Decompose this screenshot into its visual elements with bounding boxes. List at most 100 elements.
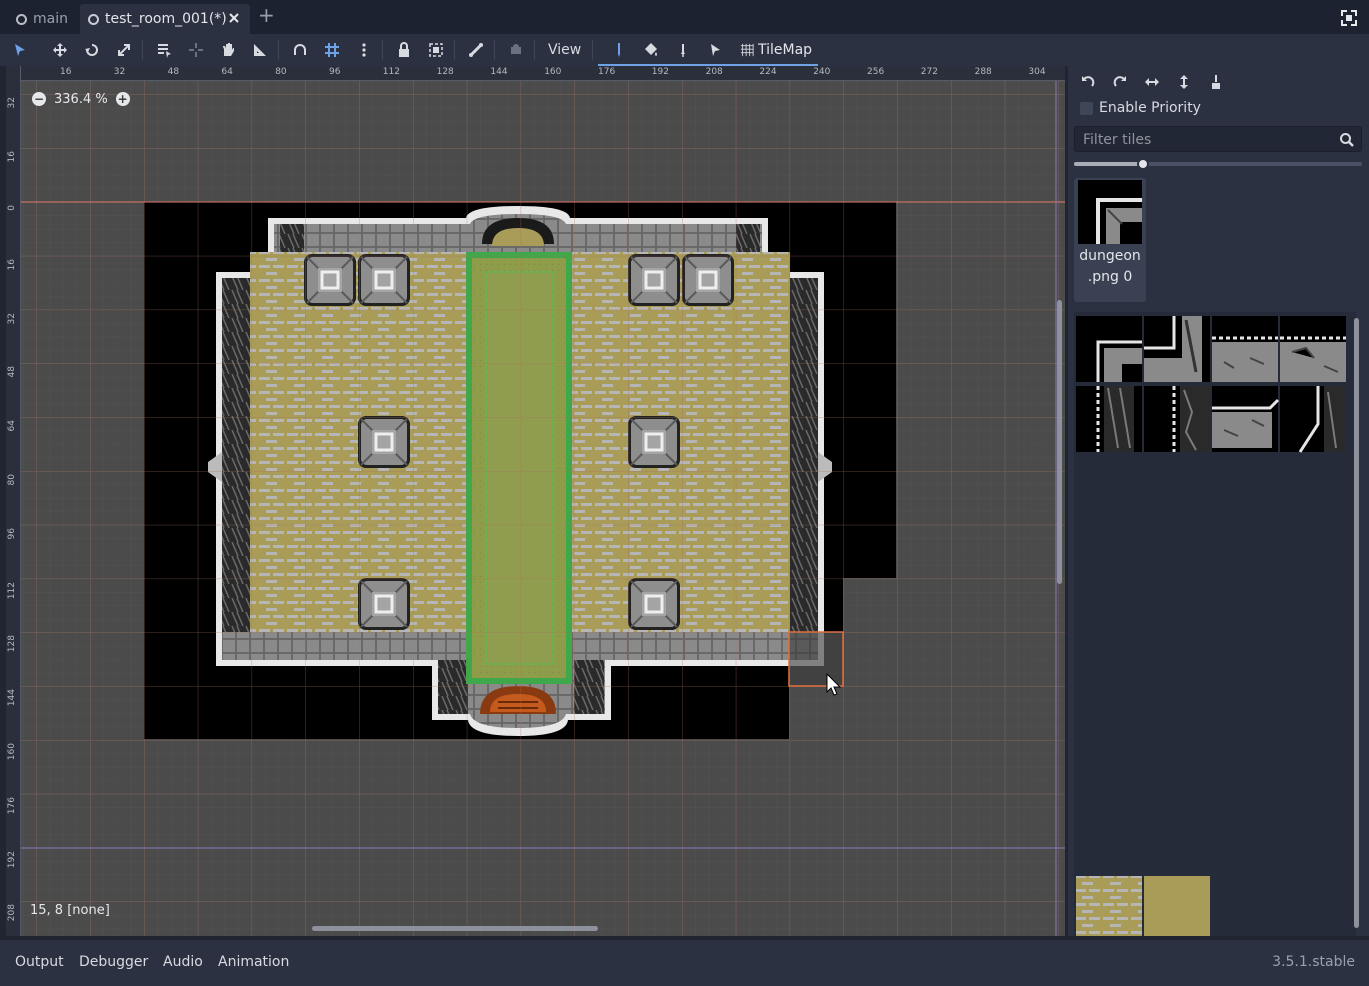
tile-select-button[interactable] bbox=[703, 38, 727, 62]
ruler-tool-button[interactable] bbox=[248, 38, 272, 62]
ruler-tick-label: 112 bbox=[7, 581, 17, 599]
tile-wall-right-a[interactable] bbox=[1280, 386, 1346, 453]
tileset-item[interactable]: dungeon .png 0 bbox=[1074, 178, 1146, 302]
flip-horizontal-button[interactable] bbox=[1140, 70, 1164, 94]
tile-coordinates-status: 15, 8 [none] bbox=[30, 903, 110, 918]
tile-wall-left-b[interactable] bbox=[1144, 386, 1210, 452]
output-tab[interactable]: Output bbox=[15, 954, 64, 970]
tab-test-room[interactable]: test_room_001(*) bbox=[80, 4, 250, 34]
tilemap-menu[interactable]: TileMap bbox=[740, 38, 812, 62]
ruler-tick-label: 176 bbox=[7, 796, 17, 814]
ruler-tick-label: 160 bbox=[7, 743, 17, 761]
tab-main[interactable]: main bbox=[8, 4, 76, 34]
move-tool-button[interactable] bbox=[48, 38, 72, 62]
scale-icon bbox=[118, 44, 130, 56]
group-button[interactable] bbox=[424, 38, 448, 62]
ruler-tick-label: 304 bbox=[1028, 67, 1046, 77]
rotate-right-button[interactable] bbox=[1108, 70, 1132, 94]
slider-grabber[interactable] bbox=[1137, 158, 1150, 170]
ruler-tick-label: 64 bbox=[221, 67, 233, 77]
scene-tab-bar: main test_room_001(*) + bbox=[0, 0, 1369, 34]
ruler-tick-label: 192 bbox=[651, 67, 669, 77]
canvas-toolbar: View TileMap bbox=[0, 34, 1369, 66]
separator bbox=[278, 40, 279, 60]
ruler-tick-label: 80 bbox=[275, 67, 287, 77]
select-arrow-icon bbox=[15, 44, 25, 56]
filter-tiles-input[interactable] bbox=[1083, 130, 1333, 150]
ruler-tick-label: 32 bbox=[7, 312, 17, 325]
ruler-tick-label: 64 bbox=[7, 420, 17, 432]
list-select-button[interactable] bbox=[152, 38, 176, 62]
separator bbox=[382, 40, 383, 60]
ruler-tick-label: 160 bbox=[544, 67, 562, 77]
bucket-fill-button[interactable] bbox=[639, 38, 663, 62]
audio-tab[interactable]: Audio bbox=[163, 954, 203, 970]
snap-options-button[interactable] bbox=[352, 38, 376, 62]
close-icon[interactable] bbox=[226, 10, 242, 26]
tab-label: main bbox=[33, 11, 68, 27]
tile-corner-tl[interactable] bbox=[1076, 316, 1142, 382]
pan-tool-button[interactable] bbox=[216, 38, 240, 62]
tile-wall-corner-b[interactable] bbox=[1212, 386, 1280, 452]
horizontal-scrollbar[interactable] bbox=[312, 926, 598, 931]
canvas-viewport[interactable]: 16 32 48 64 80 96 112 128 144 160 176 192 208 224 240 2… bbox=[6, 66, 1066, 936]
flip-horizontal-icon bbox=[1145, 78, 1159, 86]
tiles-scrollbar[interactable] bbox=[1354, 318, 1359, 928]
camera-icon bbox=[511, 44, 521, 54]
tile-size-slider[interactable] bbox=[1074, 158, 1362, 170]
zoom-level[interactable]: 336.4 % bbox=[54, 92, 108, 107]
ruler-tick-label: 176 bbox=[598, 67, 616, 77]
kebab-menu-icon bbox=[362, 43, 366, 57]
pivot-tool-button[interactable] bbox=[184, 38, 208, 62]
enable-priority-label: Enable Priority bbox=[1099, 100, 1201, 116]
debugger-tab[interactable]: Debugger bbox=[79, 954, 148, 970]
clear-transform-button[interactable] bbox=[1204, 70, 1228, 94]
group-icon bbox=[429, 43, 443, 57]
scale-tool-button[interactable] bbox=[112, 38, 136, 62]
tile-wall-top-a[interactable] bbox=[1212, 316, 1278, 382]
checkbox-box[interactable] bbox=[1080, 101, 1093, 115]
tile-floor-plain[interactable] bbox=[1144, 876, 1210, 936]
rotate-tool-button[interactable] bbox=[80, 38, 104, 62]
tile-floor-bricks[interactable] bbox=[1076, 876, 1142, 936]
view-menu-button[interactable]: View bbox=[540, 38, 589, 62]
ruler-tick-label: 32 bbox=[113, 67, 126, 77]
cursor-icon bbox=[711, 44, 720, 56]
add-tab-icon[interactable]: + bbox=[258, 5, 276, 26]
tiles-list[interactable] bbox=[1074, 312, 1356, 936]
line-tool-button[interactable] bbox=[671, 38, 695, 62]
vertical-scrollbar[interactable] bbox=[1057, 300, 1062, 584]
rotate-right-icon bbox=[1113, 76, 1126, 87]
rotate-left-button[interactable] bbox=[1076, 70, 1100, 94]
zoom-out-button[interactable]: − bbox=[32, 92, 46, 106]
animation-tab[interactable]: Animation bbox=[218, 954, 289, 970]
fullscreen-icon[interactable] bbox=[1341, 10, 1357, 26]
enable-priority-checkbox[interactable]: Enable Priority bbox=[1080, 100, 1201, 116]
filter-tiles-field[interactable] bbox=[1074, 126, 1362, 152]
grid-snap-button[interactable] bbox=[320, 38, 344, 62]
tile-wall-top-b[interactable] bbox=[1280, 316, 1346, 382]
ruler-tick-label: 192 bbox=[7, 850, 17, 868]
tile-wall-left-a[interactable] bbox=[1076, 386, 1142, 452]
tilemap-canvas[interactable] bbox=[6, 66, 1066, 936]
ruler-tick-label: 16 bbox=[7, 151, 17, 163]
zoom-in-button[interactable]: + bbox=[115, 92, 130, 106]
select-tool-button[interactable] bbox=[8, 38, 32, 62]
skeleton-button[interactable] bbox=[464, 38, 488, 62]
camera-override-button[interactable] bbox=[504, 38, 528, 62]
ruler-tick-label: 240 bbox=[813, 67, 831, 77]
lock-button[interactable] bbox=[392, 38, 416, 62]
separator bbox=[534, 40, 535, 60]
ruler-tick-label: 0 bbox=[7, 205, 17, 211]
tile-corner-tr[interactable] bbox=[1144, 316, 1210, 382]
zoom-controls: − 336.4 % + bbox=[32, 90, 130, 108]
separator bbox=[592, 40, 593, 60]
separator bbox=[142, 40, 143, 60]
smart-snap-button[interactable] bbox=[288, 38, 312, 62]
version-label: 3.5.1.stable bbox=[1272, 954, 1355, 970]
paint-tool-button[interactable] bbox=[607, 38, 631, 62]
tab-label: test_room_001(*) bbox=[105, 11, 227, 27]
flip-vertical-button[interactable] bbox=[1172, 70, 1196, 94]
separator bbox=[494, 40, 495, 60]
bone-icon bbox=[469, 43, 483, 57]
